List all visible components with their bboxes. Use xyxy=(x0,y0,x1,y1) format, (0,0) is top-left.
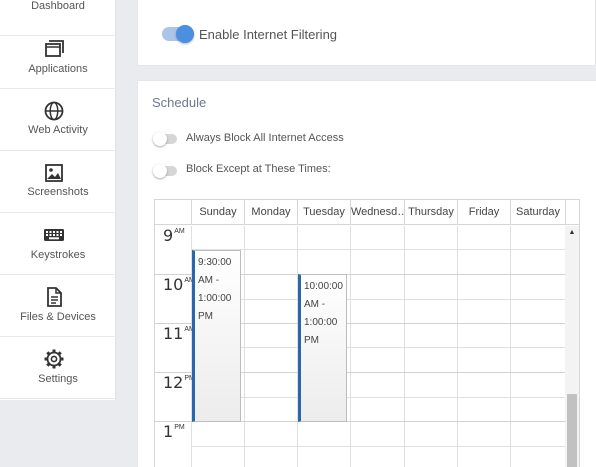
sidebar-item-label: Settings xyxy=(38,373,78,385)
grid-line xyxy=(191,397,565,398)
schedule-card: Schedule Always Block All Internet Acces… xyxy=(137,80,596,467)
schedule-event-sunday[interactable]: 9:30:00 AM - 1:00:00 PM xyxy=(192,250,241,422)
hour-suffix: AM xyxy=(174,228,185,235)
event-time-line: PM xyxy=(304,335,319,346)
sidebar-item-label: Dashboard xyxy=(31,0,85,12)
scroll-up-arrow-icon[interactable]: ▲ xyxy=(565,229,579,239)
hour-label-11am: 11AM xyxy=(163,324,195,344)
hour-number: 11 xyxy=(163,324,184,343)
image-icon xyxy=(45,164,63,182)
day-header-thursday[interactable]: Thursday xyxy=(404,200,457,225)
block-except-label: Block Except at These Times: xyxy=(186,163,331,175)
grid-line xyxy=(191,299,565,300)
hour-number: 9 xyxy=(163,226,174,245)
hour-label-10am: 10AM xyxy=(163,275,195,295)
sidebar-item-web-activity[interactable]: Web Activity xyxy=(0,89,116,151)
event-time-line: 9:30:00 xyxy=(198,257,232,268)
sidebar-item-keystrokes[interactable]: Keystrokes xyxy=(0,213,116,275)
internet-filtering-card: Enable Internet Filtering xyxy=(137,0,596,66)
hour-number: 10 xyxy=(163,275,184,294)
toggle-knob xyxy=(176,25,194,43)
sidebar-item-files-devices[interactable]: Files & Devices xyxy=(0,275,116,337)
event-time-line: AM - xyxy=(304,299,326,310)
schedule-title: Schedule xyxy=(152,95,207,110)
sidebar-item-applications[interactable]: Applications xyxy=(0,27,116,89)
hour-label-12pm: 12PM xyxy=(163,373,195,393)
block-except-toggle[interactable] xyxy=(153,164,177,178)
enable-filtering-label: Enable Internet Filtering xyxy=(199,27,338,42)
hour-label-1pm: 1PM xyxy=(163,422,185,442)
sidebar-item-label: Applications xyxy=(28,63,88,75)
always-block-label: Always Block All Internet Access xyxy=(186,132,344,144)
hour-label-9am: 9AM xyxy=(163,226,185,246)
grid-line xyxy=(191,347,565,348)
calendar-scrollbar[interactable]: ▲ xyxy=(565,226,579,467)
hour-number: 12 xyxy=(163,373,184,392)
toggle-knob xyxy=(153,132,167,146)
gear-icon xyxy=(44,349,64,369)
file-icon xyxy=(47,287,62,307)
schedule-calendar: Sunday Monday Tuesday Wednesd… Thursday … xyxy=(154,199,580,467)
sidebar: Dashboard Applications Web Activity Scre… xyxy=(0,0,116,400)
hour-suffix: PM xyxy=(174,424,185,431)
day-header-wednesday[interactable]: Wednesd… xyxy=(350,200,404,225)
sidebar-item-label: Web Activity xyxy=(28,124,88,136)
sidebar-item-label: Keystrokes xyxy=(30,249,86,261)
event-time-line: 1:00:00 xyxy=(304,317,338,328)
enable-filtering-toggle[interactable] xyxy=(162,25,194,43)
keyboard-icon xyxy=(44,229,64,241)
calendar-grid[interactable]: 9AM 10AM 11AM 12PM 1PM 9:30:00 AM - 1:00… xyxy=(155,226,565,467)
toggle-knob xyxy=(153,164,167,178)
globe-icon xyxy=(44,101,64,121)
event-time-line: 1:00:00 xyxy=(198,293,232,304)
sidebar-item-label: Files & Devices xyxy=(20,311,96,323)
sidebar-item-label: Screenshots xyxy=(27,186,89,198)
day-header-monday[interactable]: Monday xyxy=(244,200,297,225)
day-header-saturday[interactable]: Saturday xyxy=(510,200,565,225)
always-block-toggle[interactable] xyxy=(153,132,177,146)
event-time-line: PM xyxy=(198,311,213,322)
grid-line xyxy=(191,446,565,447)
day-header-friday[interactable]: Friday xyxy=(457,200,510,225)
applications-icon xyxy=(45,40,64,57)
sidebar-item-screenshots[interactable]: Screenshots xyxy=(0,151,116,213)
schedule-event-tuesday[interactable]: 10:00:00 AM - 1:00:00 PM xyxy=(298,274,347,422)
calendar-header: Sunday Monday Tuesday Wednesd… Thursday … xyxy=(155,200,579,225)
header-scroll-spacer xyxy=(565,200,579,225)
sidebar-item-settings[interactable]: Settings xyxy=(0,337,116,399)
scrollbar-thumb[interactable] xyxy=(567,394,577,467)
day-header-sunday[interactable]: Sunday xyxy=(191,200,244,225)
event-time-line: 10:00:00 xyxy=(304,281,343,292)
day-header-tuesday[interactable]: Tuesday xyxy=(297,200,350,225)
hour-number: 1 xyxy=(163,422,174,441)
grid-line xyxy=(191,249,565,250)
event-time-line: AM - xyxy=(198,275,220,286)
